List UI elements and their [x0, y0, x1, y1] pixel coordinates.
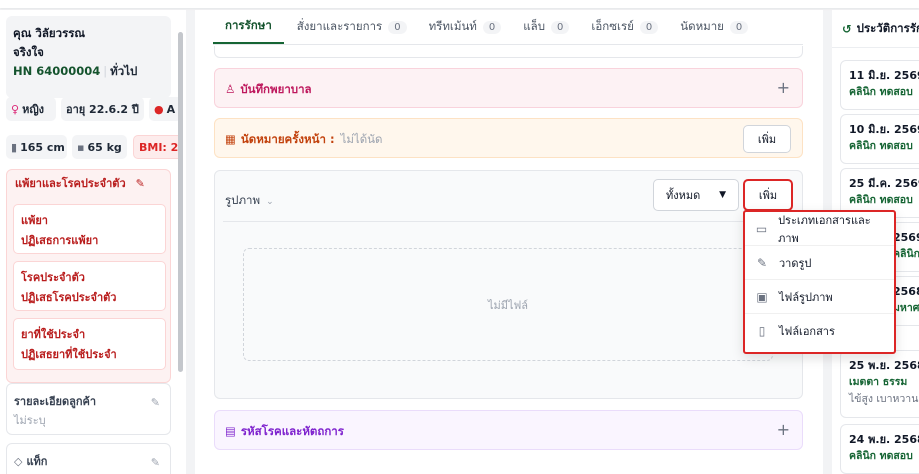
nurse-icon: ♙ — [225, 82, 236, 96]
tag-section: ◇ แท็ก ✎ — [6, 443, 171, 474]
customer-details: รายละเอียดลูกค้า ไม่ระบุ ✎ — [6, 383, 171, 435]
hn-number: HN 64000004 — [13, 64, 101, 78]
weight-chip: ▪ 65 kg — [72, 135, 127, 159]
allergy-box: แพ้ยา ปฏิเสธการแพ้ยา — [13, 204, 166, 254]
tab-appointment[interactable]: นัดหมาย 0 — [671, 10, 757, 44]
patient-card: คุณ วิลัยวรรณ จริงใจ HN 64000004 | ทั่วไป — [6, 16, 171, 98]
tab-orders[interactable]: สั่งยาและรายการ 0 — [288, 10, 416, 44]
tab-divider — [213, 44, 803, 45]
top-bar — [0, 0, 919, 8]
history-icon: ↺ — [842, 21, 852, 36]
history-item[interactable]: 25 พ.ย. 2568 เมตตา ธรรม ไข้สูง เบาหวาน — [840, 350, 919, 418]
previous-card-edge — [214, 46, 803, 58]
age-chip: อายุ 22.6.2 ปี — [61, 97, 144, 121]
ruler-icon: ▮ — [11, 140, 18, 154]
add-appointment-button[interactable]: เพิ่ม — [743, 125, 791, 153]
treatment-panel: การรักษา สั่งยาและรายการ 0 ทรีทเม้นท์ 0 แล… — [195, 10, 823, 474]
nurse-note-card[interactable]: ♙ บันทึกพยาบาล + — [214, 68, 803, 108]
sidebar-scrollbar[interactable] — [178, 32, 183, 372]
height-chip: ▮ 165 cm — [6, 135, 67, 159]
caret-down-icon: ▼ — [719, 190, 726, 200]
history-item[interactable]: 11 มิ.ย. 2569 คลินิก ทดสอบ — [840, 60, 919, 110]
patient-type: ทั่วไป — [110, 64, 138, 78]
image-icon: ▣ — [756, 289, 768, 304]
history-header: ↺ประวัติการรักษา — [832, 10, 919, 48]
tab-bar: การรักษา สั่งยาและรายการ 0 ทรีทเม้นท์ 0 แล… — [213, 10, 761, 44]
document-icon: ▤ — [225, 424, 236, 438]
folder-icon: ▭ — [755, 221, 768, 236]
scale-icon: ▪ — [77, 140, 85, 154]
next-appointment-card: ▦ นัดหมายครั้งหน้า : ไม่ได้นัด เพิ่ม — [214, 118, 803, 158]
expand-plus-icon[interactable]: + — [777, 78, 790, 97]
pen-icon: ✎ — [756, 255, 768, 270]
tab-treatments[interactable]: ทรีทเม้นท์ 0 — [420, 10, 511, 44]
filter-select[interactable]: ทั้งหมด ▼ — [653, 179, 739, 211]
images-card: รูปภาพ ⌄ ทั้งหมด ▼ เพิ่ม ไม่มีไฟล์ — [214, 170, 803, 399]
tab-treatment[interactable]: การรักษา — [213, 10, 284, 44]
file-icon: ▯ — [758, 324, 766, 338]
disease-box: โรคประจำตัว ปฏิเสธโรคประจำตัว — [13, 261, 166, 311]
tag-icon: ◇ — [14, 455, 23, 468]
regular-meds-box: ยาที่ใช้ประจำ ปฏิเสธยาที่ใช้ประจำ — [13, 318, 166, 370]
tab-lab[interactable]: แล็บ 0 — [514, 10, 578, 44]
history-item[interactable]: 10 มิ.ย. 2569 คลินิก ทดสอบ — [840, 114, 919, 164]
patient-name-line1: คุณ วิลัยวรรณ — [13, 26, 86, 40]
images-divider — [223, 221, 796, 222]
add-file-menu: ▭ ประเภทเอกสารและภาพ ✎ วาดรูป ▣ ไฟล์รูปภาพ … — [743, 210, 896, 354]
edit-icon[interactable]: ✎ — [151, 453, 160, 472]
edit-icon[interactable]: ✎ — [136, 177, 145, 190]
chevron-down-icon: ⌄ — [266, 197, 274, 207]
blood-drop-icon: ● — [154, 102, 164, 116]
allergy-section-title: แพ้ยาและโรคประจำตัว — [15, 177, 126, 190]
calendar-icon: ▦ — [225, 132, 236, 146]
patient-name-line2: จริงใจ — [13, 45, 44, 59]
file-dropzone[interactable]: ไม่มีไฟล์ — [243, 248, 773, 361]
patient-sidebar: คุณ วิลัยวรรณ จริงใจ HN 64000004 | ทั่วไป … — [0, 10, 186, 474]
bmi-chip: BMI: 23 — [133, 135, 183, 159]
gender-chip: ♀ หญิง — [6, 97, 56, 121]
add-image-button[interactable]: เพิ่ม — [743, 179, 793, 211]
images-toggle[interactable]: รูปภาพ ⌄ — [225, 192, 274, 210]
allergy-section: แพ้ยาและโรคประจำตัว ✎ แพ้ยา ปฏิเสธการแพ้ย… — [6, 169, 171, 383]
diagnosis-card[interactable]: ▤ รหัสโรคและหัตถการ + — [214, 410, 803, 450]
edit-icon[interactable]: ✎ — [151, 393, 160, 412]
menu-item-draw[interactable]: ✎ วาดรูป — [745, 246, 894, 280]
history-item[interactable]: 24 พ.ย. 2568 คลินิก ทดสอบ — [840, 424, 919, 474]
menu-item-document-type[interactable]: ▭ ประเภทเอกสารและภาพ — [745, 212, 894, 246]
tab-xray[interactable]: เอ็กซเรย์ 0 — [582, 10, 667, 44]
menu-item-document-file[interactable]: ▯ ไฟล์เอกสาร — [745, 314, 894, 348]
menu-item-image-file[interactable]: ▣ ไฟล์รูปภาพ — [745, 280, 894, 314]
female-icon: ♀ — [11, 102, 20, 116]
patient-hn: HN 64000004 | ทั่วไป — [13, 64, 138, 78]
expand-plus-icon[interactable]: + — [777, 420, 790, 439]
